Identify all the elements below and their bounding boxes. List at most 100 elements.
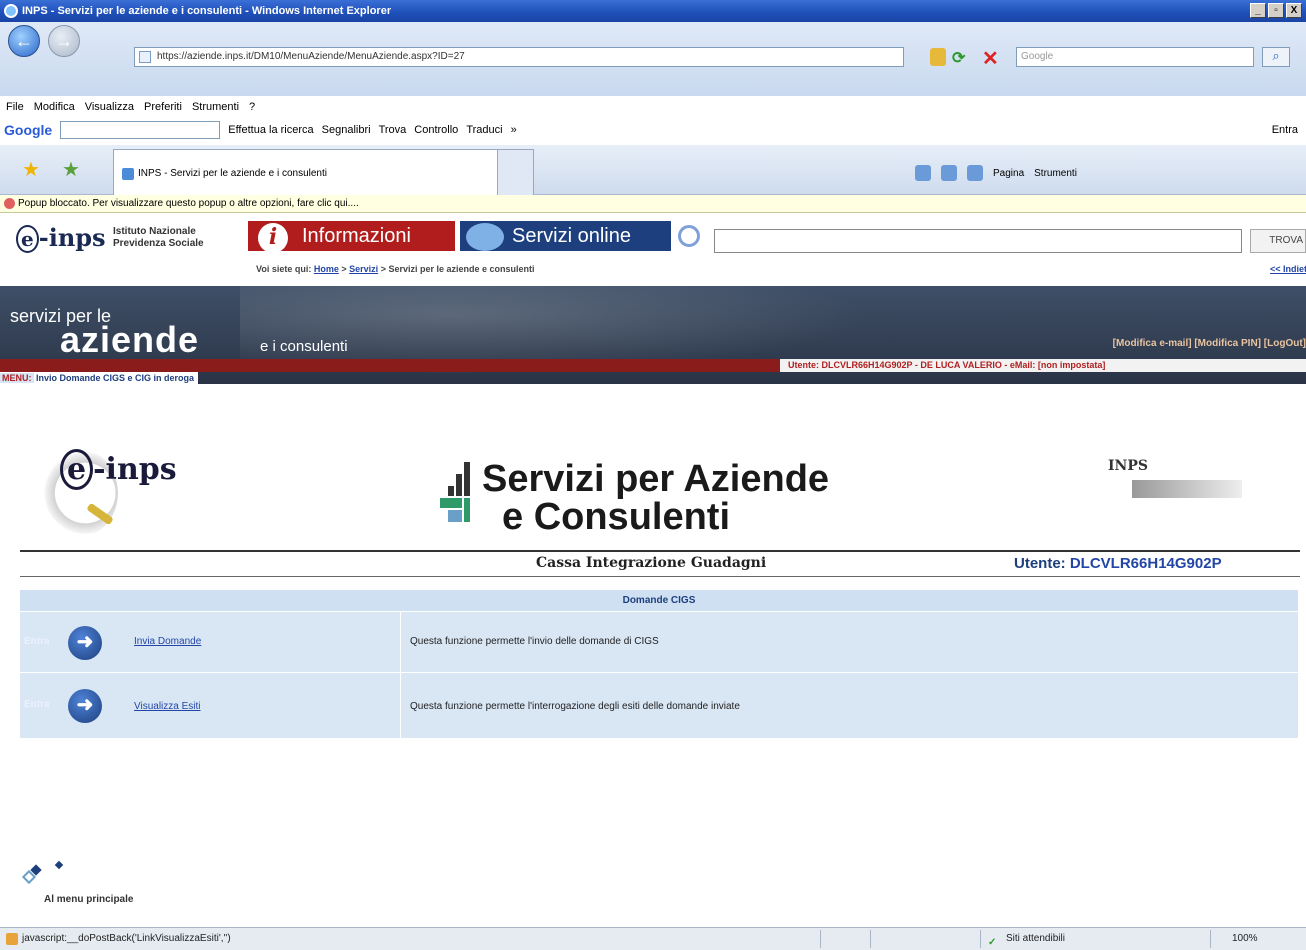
translate-button[interactable]: Traduci <box>466 124 502 136</box>
status-bar: javascript:__doPostBack('LinkVisualizzaE… <box>0 927 1306 950</box>
zoom-level[interactable]: 100% <box>1232 928 1258 949</box>
add-favorite-icon[interactable]: ★ <box>62 157 80 182</box>
signin-button[interactable]: Entra <box>1272 124 1298 136</box>
content-logo-text: inps <box>105 452 177 487</box>
feeds-icon[interactable] <box>941 165 957 181</box>
menu-file[interactable]: File <box>6 101 24 117</box>
tools-menu[interactable]: Strumenti <box>1034 168 1077 179</box>
services-icon <box>466 223 504 251</box>
close-button[interactable]: X <box>1286 3 1302 18</box>
inps-header: e -inps Istituto Nazionale Previdenza Soc… <box>0 213 1306 278</box>
status-separator <box>980 930 981 948</box>
window-title-bar: INPS - Servizi per le aziende e i consul… <box>0 0 1306 22</box>
status-text: javascript:__doPostBack('LinkVisualizzaE… <box>22 933 231 944</box>
arrow-right-icon[interactable]: ➜ <box>68 689 102 723</box>
main-menu-link[interactable]: Al menu principale <box>44 894 133 905</box>
warning-icon <box>4 198 15 209</box>
divider <box>20 550 1300 552</box>
menu-strip: MENU: Invio Domande CIGS e CIG in deroga <box>0 372 199 384</box>
security-zone[interactable]: Siti attendibili <box>1006 928 1065 949</box>
user-code: DLCVLR66H14G902P <box>1069 555 1222 572</box>
page-status-icon <box>6 933 18 945</box>
cigs-table: Domande CIGS Entra ➜ Invia Domande Quest… <box>20 590 1298 739</box>
menu-label: MENU: <box>0 373 34 383</box>
more-button[interactable]: » <box>511 124 517 136</box>
divider-thin <box>20 576 1300 577</box>
google-toolbar: Google Effettua la ricerca Segnalibri Tr… <box>0 117 1306 143</box>
user-label-prefix: Utente: <box>1014 555 1066 572</box>
breadcrumb-servizi[interactable]: Servizi <box>349 264 378 274</box>
main-menu-icon[interactable] <box>21 860 66 890</box>
column-divider <box>400 612 401 672</box>
back-arrow-icon[interactable]: ← <box>8 25 40 57</box>
institute-line2: Previdenza Sociale <box>113 238 204 249</box>
visualizza-esiti-link[interactable]: Visualizza Esiti <box>134 701 201 712</box>
breadcrumb-prefix: Voi siete qui: <box>256 264 312 274</box>
back-link[interactable]: << Indietro <box>1270 264 1306 274</box>
stop-icon[interactable]: ✕ <box>982 46 999 71</box>
account-links[interactable]: [Modifica e-mail] [Modifica PIN] [LogOut… <box>1113 338 1306 349</box>
tab-bar: ★ ★ INPS - Servizi per le aziende e i co… <box>0 145 1306 195</box>
invia-domande-link[interactable]: Invia Domande <box>134 636 201 647</box>
informazioni-label: Informazioni <box>302 225 411 247</box>
institute-name: Istituto Nazionale Previdenza Sociale <box>113 226 204 250</box>
popup-blocked-bar[interactable]: Popup bloccato. Per visualizzare questo … <box>0 195 1306 213</box>
breadcrumb-home[interactable]: Home <box>314 264 339 274</box>
arrow-right-icon[interactable]: ➜ <box>68 626 102 660</box>
ie-app-icon <box>4 4 18 18</box>
address-bar[interactable]: https://aziende.inps.it/DM10/MenuAziende… <box>134 47 904 67</box>
favorites-star-icon[interactable]: ★ <box>22 157 40 182</box>
tab-inps[interactable]: INPS - Servizi per le aziende e i consul… <box>113 149 498 195</box>
home-icon[interactable] <box>915 165 931 181</box>
find-button[interactable]: Trova <box>379 124 407 136</box>
page-icon <box>139 51 151 63</box>
bookmarks-button[interactable]: Segnalibri <box>322 124 371 136</box>
servizi-online-button[interactable]: Servizi online <box>460 221 671 251</box>
popup-message: Popup bloccato. Per visualizzare questo … <box>18 198 359 209</box>
column-divider <box>400 673 401 738</box>
minimize-button[interactable]: _ <box>1250 3 1266 18</box>
menu-visualizza[interactable]: Visualizza <box>85 101 134 117</box>
check-button[interactable]: Controllo <box>414 124 458 136</box>
google-search-button[interactable]: Effettua la ricerca <box>228 124 313 136</box>
tab-label: INPS - Servizi per le aziende e i consul… <box>138 168 327 179</box>
user-info-bar: Utente: DLCVLR66H14G902P - DE LUCA VALER… <box>780 359 1306 372</box>
menu-current-link[interactable]: Invio Domande CIGS e CIG in deroga <box>36 373 194 383</box>
browser-search-input[interactable]: Google <box>1016 47 1254 67</box>
banner-line3: e i consulenti <box>260 338 348 355</box>
inps-seal-logo: INPS <box>1108 458 1248 510</box>
menu-modifica[interactable]: Modifica <box>34 101 75 117</box>
status-separator <box>870 930 871 948</box>
lock-icon[interactable] <box>930 48 946 66</box>
trova-button[interactable]: TROVA <box>1250 229 1306 253</box>
table-header: Domande CIGS <box>20 590 1298 612</box>
google-search-input[interactable] <box>60 121 221 139</box>
site-search-input[interactable] <box>714 229 1242 253</box>
refresh-icon[interactable]: ⟳ <box>952 48 965 68</box>
informazioni-button[interactable]: i Informazioni <box>248 221 455 253</box>
menu-strumenti[interactable]: Strumenti <box>192 101 239 117</box>
info-icon: i <box>258 223 288 253</box>
menu-help[interactable]: ? <box>249 101 255 117</box>
page-menu[interactable]: Pagina <box>993 168 1024 179</box>
google-logo: Google <box>4 122 53 138</box>
breadcrumb-current: > Servizi per le aziende e consulenti <box>380 264 535 274</box>
services-banner: servizi per le aziende e i consulenti [M… <box>0 286 1306 384</box>
navigation-bar: ← → https://aziende.inps.it/DM10/MenuAzi… <box>0 22 1306 96</box>
services-title: Servizi per Aziende e Consulenti <box>482 460 829 536</box>
address-url: https://aziende.inps.it/DM10/MenuAziende… <box>157 51 465 62</box>
services-logo-icon <box>440 458 480 538</box>
menu-preferiti[interactable]: Preferiti <box>144 101 182 117</box>
new-tab-button[interactable] <box>498 149 534 195</box>
print-icon[interactable] <box>967 165 983 181</box>
user-label: Utente: DLCVLR66H14G902P <box>1014 555 1222 572</box>
servizi-online-label: Servizi online <box>512 225 631 247</box>
einps-logo-text: inps <box>48 223 106 252</box>
seal-text: INPS <box>1108 458 1148 474</box>
services-title-line1: Servizi per Aziende <box>482 458 830 500</box>
forward-arrow-icon[interactable]: → <box>48 25 80 57</box>
search-icon[interactable]: ⌕ <box>1262 47 1290 67</box>
maximize-button[interactable]: ▫ <box>1268 3 1284 18</box>
einps-logo[interactable]: e -inps <box>16 223 106 253</box>
status-separator <box>820 930 821 948</box>
